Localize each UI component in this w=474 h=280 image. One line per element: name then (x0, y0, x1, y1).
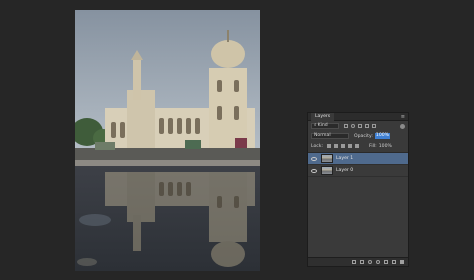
smart-object-filter-icon[interactable] (372, 124, 376, 128)
pixel-filter-icon[interactable] (344, 124, 348, 128)
opacity-input[interactable]: 100% (374, 133, 391, 139)
lock-icons (327, 144, 360, 148)
eye-icon[interactable] (311, 156, 317, 161)
eye-icon[interactable] (311, 168, 317, 173)
lock-label: Lock: (311, 143, 324, 149)
search-icon: ⌕ (314, 123, 317, 128)
opacity-label: Opacity: (354, 133, 373, 139)
type-filter-icon[interactable] (358, 124, 362, 128)
lock-artboard-icon[interactable] (348, 144, 353, 148)
adjustment-layer-icon[interactable] (376, 260, 380, 264)
document-canvas[interactable] (75, 10, 260, 271)
filter-icons (344, 124, 376, 128)
lock-move-icon[interactable] (341, 144, 346, 148)
lock-row: Lock: Fill: 100% (308, 141, 408, 151)
filter-toggle-icon[interactable] (400, 123, 405, 129)
fill-label: Fill: (369, 143, 377, 149)
shape-filter-icon[interactable] (365, 124, 369, 128)
layers-panel-footer (308, 257, 408, 266)
tab-layers[interactable]: Layers (311, 112, 335, 121)
blend-row: Normal Opacity: 100% (308, 131, 408, 141)
lock-all-icon[interactable] (355, 144, 360, 148)
layer-name: Layer 0 (336, 168, 354, 173)
new-layer-icon[interactable] (392, 260, 396, 264)
filter-kind-select[interactable]: ⌕ Kind (311, 123, 339, 129)
panel-menu-icon[interactable]: ≡ (401, 114, 405, 120)
blend-mode-label: Normal (314, 133, 331, 138)
layers-panel-header: Layers ≡ (308, 112, 408, 121)
add-mask-icon[interactable] (368, 260, 372, 264)
link-layers-icon[interactable] (352, 260, 356, 264)
layer-thumbnail (321, 154, 333, 163)
filter-kind-label: Kind (317, 123, 328, 128)
new-group-icon[interactable] (384, 260, 388, 264)
trash-icon[interactable] (400, 260, 404, 264)
layer-filter-row: ⌕ Kind (308, 121, 408, 131)
lock-transparent-icon[interactable] (327, 144, 332, 148)
layer-row-layer-0[interactable]: Layer 0 (308, 165, 408, 177)
layers-panel: Layers ≡ ⌕ Kind Normal Opacity: 100% Loc… (307, 112, 409, 267)
canvas-image (75, 10, 260, 271)
layer-name: Layer 1 (336, 156, 354, 161)
layer-row-layer-1[interactable]: Layer 1 (308, 153, 408, 165)
layer-style-icon[interactable] (360, 260, 364, 264)
fill-input[interactable]: 100% (379, 144, 392, 149)
layer-thumbnail (321, 166, 333, 175)
lock-brush-icon[interactable] (334, 144, 339, 148)
blend-mode-select[interactable]: Normal (311, 133, 349, 139)
adjustment-filter-icon[interactable] (351, 124, 355, 128)
